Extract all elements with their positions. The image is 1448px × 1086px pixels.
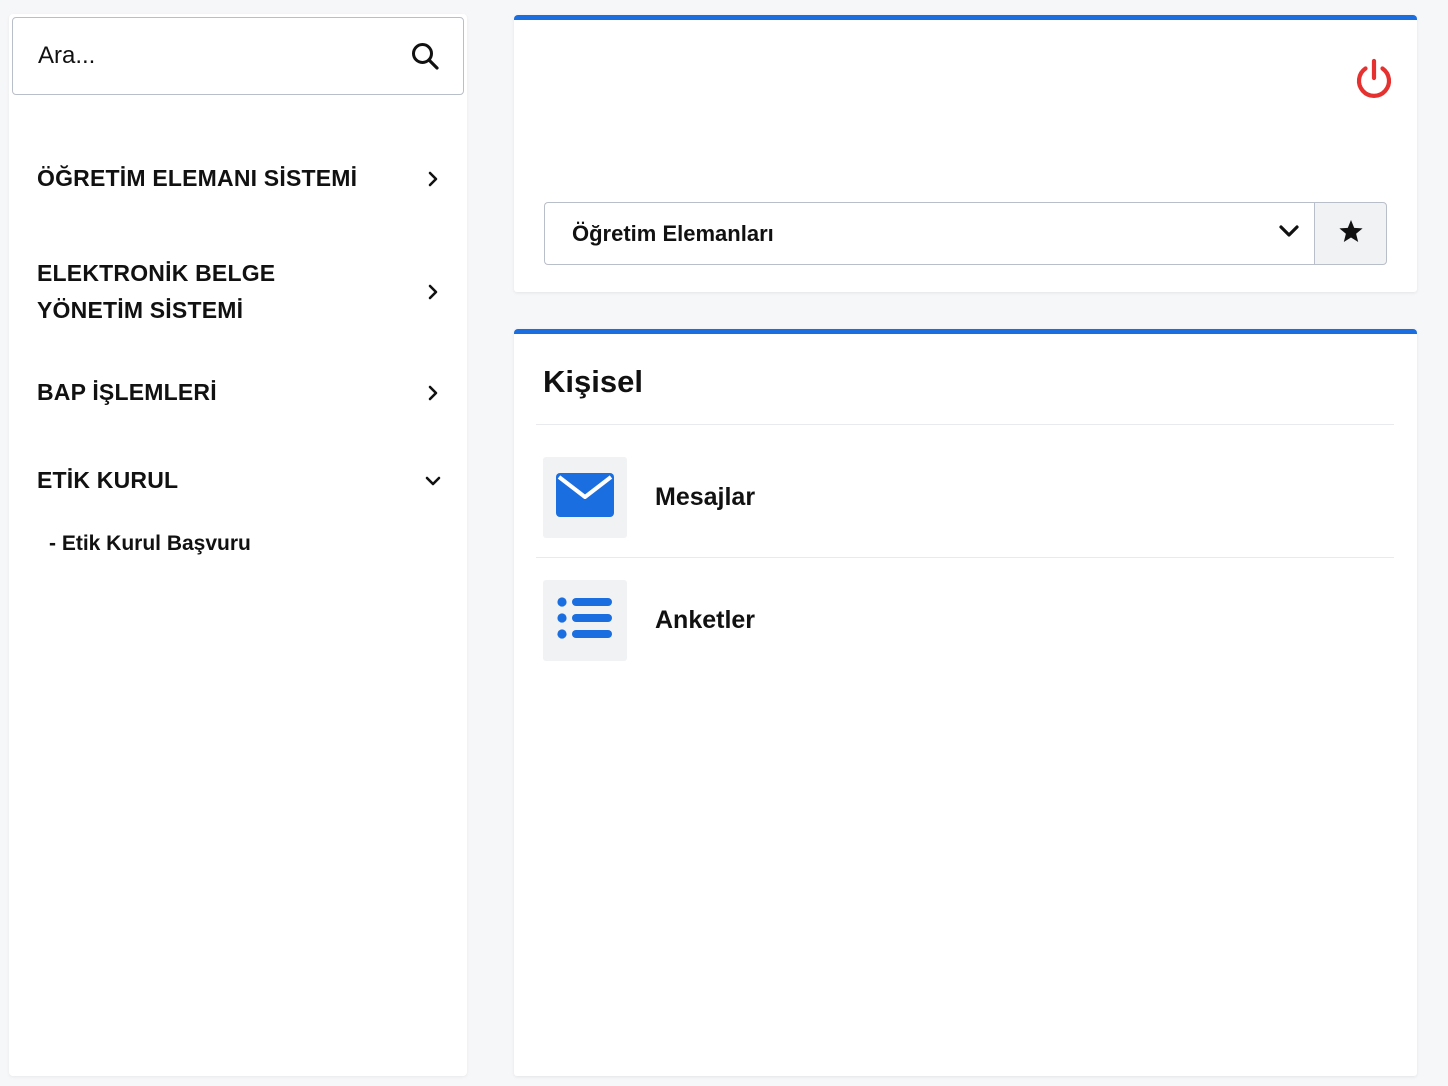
messages-link[interactable]: Mesajlar — [543, 457, 755, 538]
sidebar-item-elektronik-belge[interactable]: ELEKTRONİK BELGE YÖNETİM SİSTEMİ — [9, 252, 467, 332]
divider — [536, 424, 1394, 425]
sidebar-item-label: ELEKTRONİK BELGE YÖNETİM SİSTEMİ — [37, 260, 276, 323]
chevron-right-icon — [423, 383, 443, 403]
link-label: Anketler — [655, 606, 756, 634]
chevron-down-icon — [423, 471, 443, 491]
sidebar-item-label: ÖĞRETİM ELEMANI SİSTEMİ — [37, 165, 358, 191]
chevron-right-icon — [423, 169, 443, 189]
sidebar-item-label: ETİK KURUL — [37, 467, 179, 493]
sidebar: ÖĞRETİM ELEMANI SİSTEMİ ELEKTRONİK BELGE… — [9, 14, 467, 1076]
envelope-icon — [555, 472, 615, 523]
list-icon — [557, 596, 613, 645]
sidebar-item-label: BAP İŞLEMLERİ — [37, 379, 217, 405]
personal-card: Kişisel Mesajlar Anketler — [514, 329, 1417, 1076]
icon-tile — [543, 580, 627, 661]
search-input[interactable] — [38, 42, 409, 70]
section-title: Kişisel — [543, 364, 643, 399]
sidebar-item-ogretim-elemani-sistemi[interactable]: ÖĞRETİM ELEMANI SİSTEMİ — [9, 160, 467, 197]
header-card: Öğretim Elemanları — [514, 15, 1417, 292]
search-box — [12, 17, 464, 95]
role-select[interactable]: Öğretim Elemanları — [544, 202, 1314, 265]
divider — [536, 557, 1394, 558]
sidebar-subitem-etik-kurul-basvuru[interactable]: - Etik Kurul Başvuru — [49, 532, 251, 556]
icon-tile — [543, 457, 627, 538]
favorite-button[interactable] — [1314, 202, 1387, 265]
role-select-group: Öğretim Elemanları — [544, 202, 1387, 265]
link-label: Mesajlar — [655, 483, 756, 511]
sidebar-item-bap-islemleri[interactable]: BAP İŞLEMLERİ — [9, 374, 467, 411]
role-select-value: Öğretim Elemanları — [572, 220, 774, 246]
sidebar-item-etik-kurul[interactable]: ETİK KURUL — [9, 462, 467, 499]
search-icon[interactable] — [409, 40, 441, 72]
power-icon[interactable] — [1353, 57, 1395, 101]
star-icon — [1338, 219, 1364, 249]
chevron-down-icon — [1278, 223, 1300, 244]
surveys-link[interactable]: Anketler — [543, 580, 755, 661]
chevron-right-icon — [423, 282, 443, 302]
